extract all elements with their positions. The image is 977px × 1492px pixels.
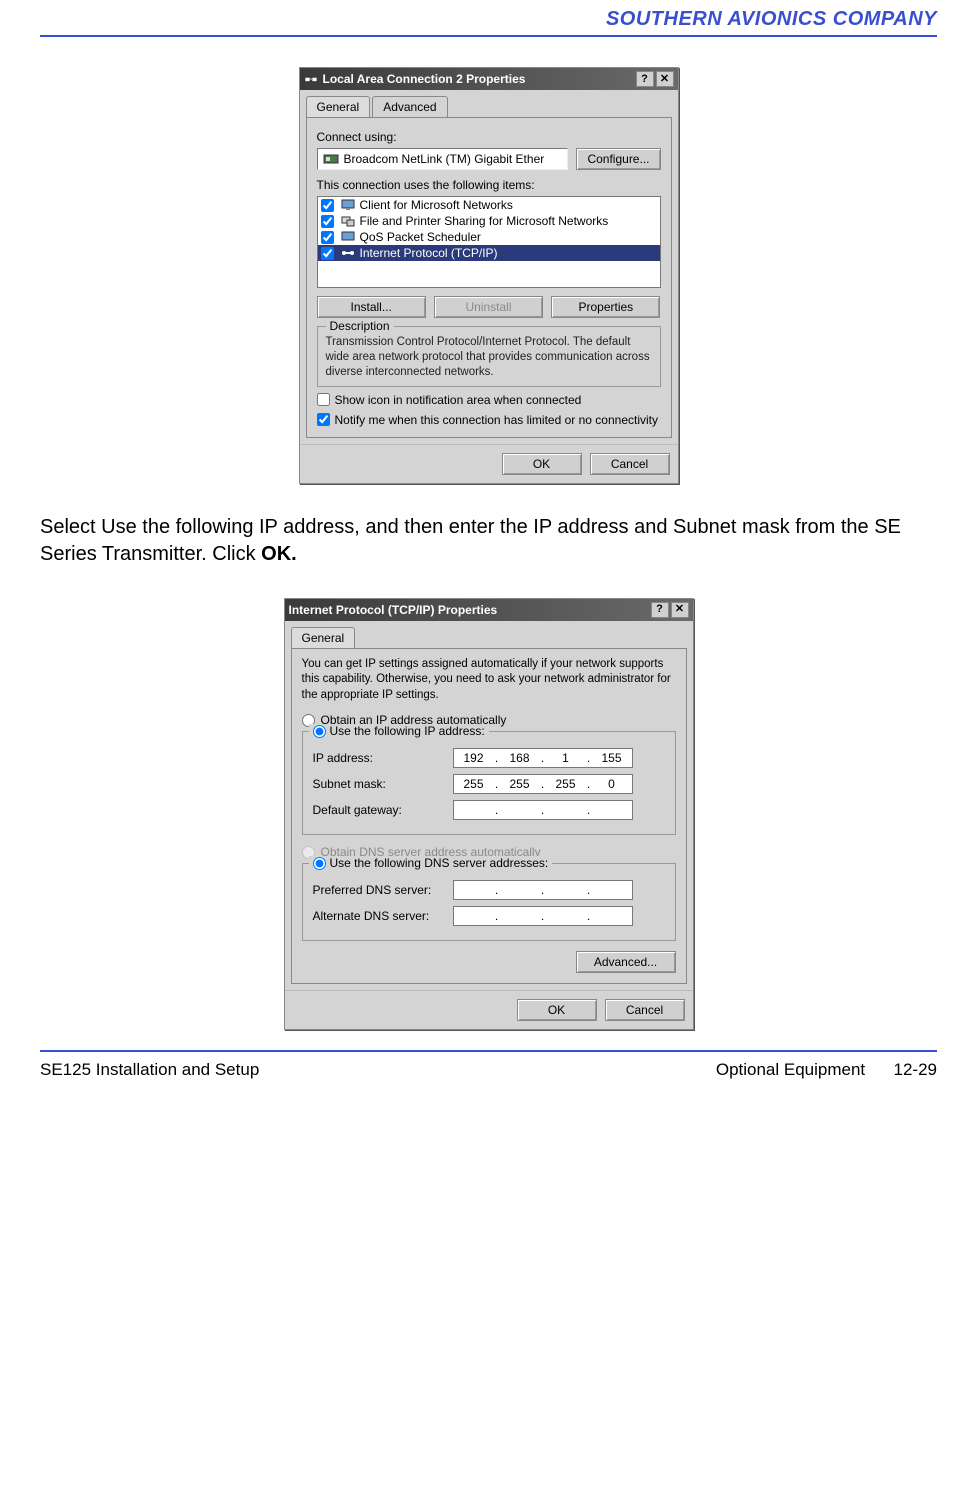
default-gateway-input[interactable]: . . . <box>453 800 633 820</box>
description-legend: Description <box>326 319 394 333</box>
footer-rule <box>40 1050 937 1052</box>
show-icon-label: Show icon in notification area when conn… <box>335 393 582 407</box>
tab-panel-general: Connect using: Broadcom NetLink (TM) Gig… <box>306 117 672 438</box>
close-button[interactable]: ✕ <box>671 602 689 618</box>
notify-checkbox[interactable] <box>317 413 330 426</box>
use-ip-radio[interactable] <box>313 725 326 738</box>
ip-octet[interactable]: 255 <box>454 777 494 791</box>
ok-button[interactable]: OK <box>502 453 582 475</box>
item-checkbox[interactable] <box>321 231 334 244</box>
items-listbox[interactable]: Client for Microsoft Networks File and P… <box>317 196 661 288</box>
list-item-selected[interactable]: Internet Protocol (TCP/IP) <box>318 245 660 261</box>
cancel-button[interactable]: Cancel <box>590 453 670 475</box>
preferred-dns-input[interactable]: . . . <box>453 880 633 900</box>
gateway-label: Default gateway: <box>313 803 453 817</box>
ip-octet[interactable]: 1 <box>546 751 586 765</box>
tcpip-icon <box>340 246 356 260</box>
lan-properties-dialog: Local Area Connection 2 Properties ? ✕ G… <box>299 67 679 484</box>
item-label: Internet Protocol (TCP/IP) <box>360 246 498 260</box>
use-dns-fieldset: Use the following DNS server addresses: … <box>302 863 676 941</box>
ip-octet[interactable]: 255 <box>500 777 540 791</box>
window-title: Local Area Connection 2 Properties <box>323 72 636 86</box>
list-item[interactable]: Client for Microsoft Networks <box>318 197 660 213</box>
tab-advanced[interactable]: Advanced <box>372 96 447 117</box>
properties-button[interactable]: Properties <box>551 296 660 318</box>
item-checkbox[interactable] <box>321 199 334 212</box>
tab-strip: General <box>285 621 693 648</box>
item-checkbox[interactable] <box>321 247 334 260</box>
client-icon <box>340 198 356 212</box>
footer-center: Optional Equipment <box>716 1060 865 1079</box>
items-label: This connection uses the following items… <box>317 178 661 192</box>
use-dns-radio[interactable] <box>313 857 326 870</box>
use-ip-label: Use the following IP address: <box>330 724 485 738</box>
titlebar[interactable]: Internet Protocol (TCP/IP) Properties ? … <box>285 599 693 621</box>
ip-address-input[interactable]: 192. 168. 1. 155 <box>453 748 633 768</box>
configure-button[interactable]: Configure... <box>576 148 660 170</box>
company-header: SOUTHERN AVIONICS COMPANY <box>40 0 937 35</box>
nic-icon <box>323 152 339 166</box>
adapter-field[interactable]: Broadcom NetLink (TM) Gigabit Ether <box>317 148 569 170</box>
use-ip-fieldset: Use the following IP address: IP address… <box>302 731 676 835</box>
show-icon-checkbox[interactable] <box>317 393 330 406</box>
ip-octet[interactable]: 168 <box>500 751 540 765</box>
item-label: File and Printer Sharing for Microsoft N… <box>360 214 609 228</box>
subnet-label: Subnet mask: <box>313 777 453 791</box>
ip-address-label: IP address: <box>313 751 453 765</box>
subnet-mask-input[interactable]: 255. 255. 255. 0 <box>453 774 633 794</box>
close-button[interactable]: ✕ <box>656 71 674 87</box>
footer-left: SE125 Installation and Setup <box>40 1060 259 1080</box>
list-item[interactable]: QoS Packet Scheduler <box>318 229 660 245</box>
cancel-button[interactable]: Cancel <box>605 999 685 1021</box>
use-dns-label: Use the following DNS server addresses: <box>330 856 549 870</box>
instruction-text: Select Use the following IP address, and… <box>40 516 901 565</box>
description-group: Description Transmission Control Protoco… <box>317 326 661 387</box>
help-button[interactable]: ? <box>636 71 654 87</box>
tab-strip: General Advanced <box>300 90 678 117</box>
item-label: Client for Microsoft Networks <box>360 198 513 212</box>
connect-using-label: Connect using: <box>317 130 661 144</box>
alternate-dns-input[interactable]: . . . <box>453 906 633 926</box>
uninstall-button[interactable]: Uninstall <box>434 296 543 318</box>
description-text: Transmission Control Protocol/Internet P… <box>326 335 652 380</box>
advanced-button[interactable]: Advanced... <box>576 951 676 973</box>
tab-general[interactable]: General <box>291 627 356 648</box>
notify-label: Notify me when this connection has limit… <box>335 413 659 427</box>
adapter-name: Broadcom NetLink (TM) Gigabit Ether <box>344 152 545 166</box>
ip-octet[interactable]: 0 <box>592 777 632 791</box>
help-button[interactable]: ? <box>651 602 669 618</box>
instruction-paragraph: Select Use the following IP address, and… <box>40 514 937 568</box>
window-icon <box>304 72 318 86</box>
info-text: You can get IP settings assigned automat… <box>302 657 676 704</box>
tcpip-properties-dialog: Internet Protocol (TCP/IP) Properties ? … <box>284 598 694 1031</box>
ok-button[interactable]: OK <box>517 999 597 1021</box>
titlebar[interactable]: Local Area Connection 2 Properties ? ✕ <box>300 68 678 90</box>
window-title: Internet Protocol (TCP/IP) Properties <box>289 603 651 617</box>
header-rule <box>40 35 937 37</box>
ip-octet[interactable]: 255 <box>546 777 586 791</box>
list-item[interactable]: File and Printer Sharing for Microsoft N… <box>318 213 660 229</box>
qos-icon <box>340 230 356 244</box>
footer-right: 12-29 <box>894 1060 937 1079</box>
instruction-bold: OK. <box>261 543 297 565</box>
ip-octet[interactable]: 192 <box>454 751 494 765</box>
install-button[interactable]: Install... <box>317 296 426 318</box>
tab-panel-general: You can get IP settings assigned automat… <box>291 648 687 985</box>
item-checkbox[interactable] <box>321 215 334 228</box>
share-icon <box>340 214 356 228</box>
ip-octet[interactable]: 155 <box>592 751 632 765</box>
page-footer: SE125 Installation and Setup Optional Eq… <box>40 1060 937 1100</box>
item-label: QoS Packet Scheduler <box>360 230 481 244</box>
pref-dns-label: Preferred DNS server: <box>313 883 453 897</box>
tab-general[interactable]: General <box>306 96 371 117</box>
alt-dns-label: Alternate DNS server: <box>313 909 453 923</box>
